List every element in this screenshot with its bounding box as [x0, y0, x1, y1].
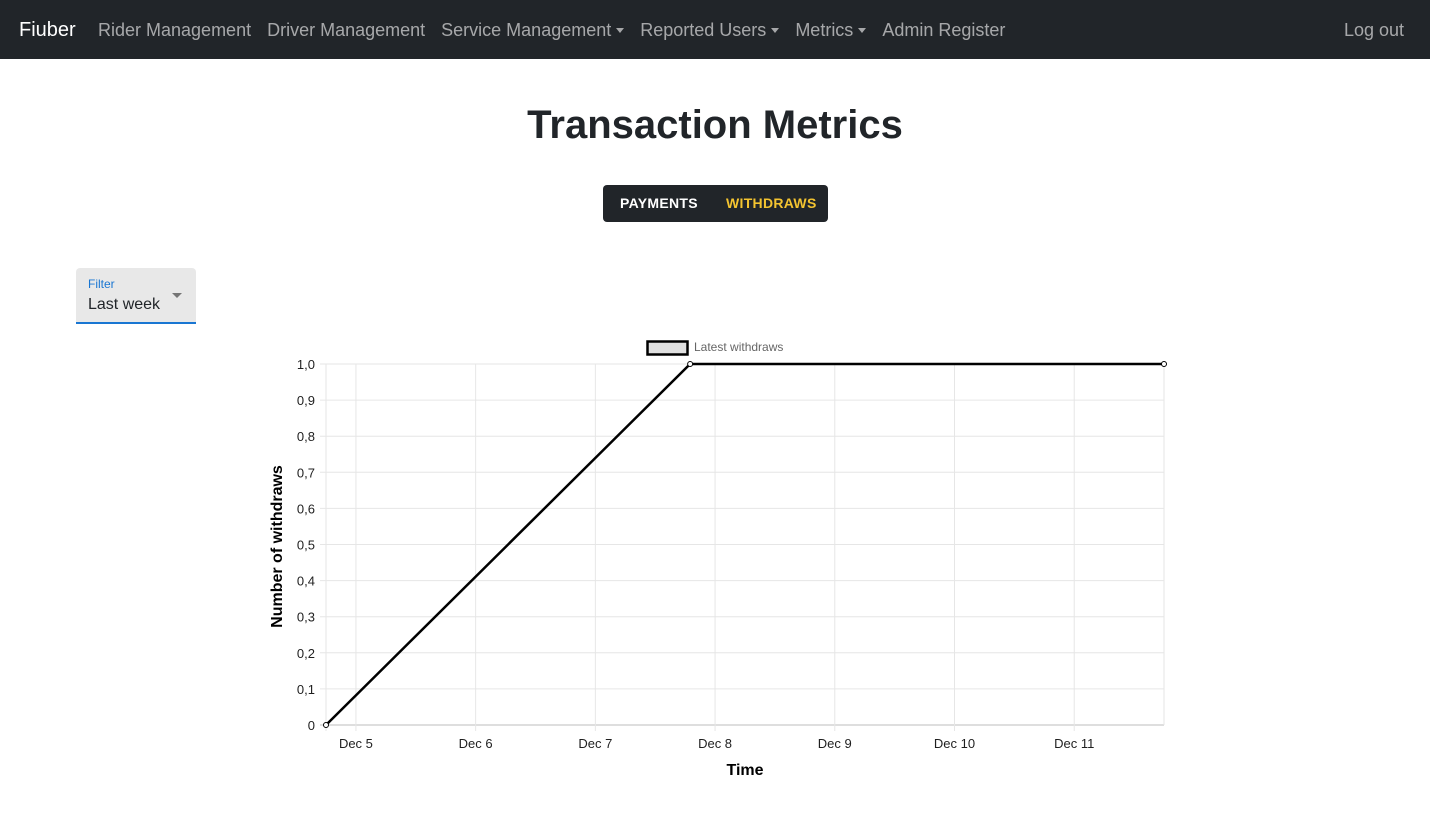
caret-down-icon [858, 27, 867, 33]
x-tick-label: Dec 11 [1054, 736, 1094, 751]
x-tick-label: Dec 5 [339, 736, 373, 751]
filter-select[interactable]: Filter Last week [76, 268, 196, 324]
nav-item-label: Service Management [441, 20, 612, 40]
nav-item-admin-register[interactable]: Admin Register [882, 18, 1005, 42]
x-tick-label: Dec 10 [934, 736, 975, 751]
nav-item-label: Rider Management [98, 20, 252, 40]
y-tick-label: 0,8 [297, 429, 315, 444]
data-point [687, 361, 694, 367]
top-navbar: Fiuber Rider Management Driver Management… [0, 0, 1430, 59]
withdraws-toggle-button[interactable]: Withdraws [726, 185, 817, 222]
chart-legend: Latest withdraws [646, 340, 783, 356]
transaction-type-toggle: Payments Withdraws [603, 185, 828, 222]
x-axis-ticks: Dec 5 Dec 6 Dec 7 Dec 8 Dec 9 Dec 10 Dec 11 [339, 736, 1094, 751]
data-point [323, 722, 329, 728]
nav-item-label: Admin Register [882, 20, 1006, 40]
filter-label: Filter [88, 277, 115, 291]
y-tick-label: 0,1 [297, 682, 315, 697]
y-axis-title: Number of withdraws [269, 465, 286, 628]
nav-item-rider-management[interactable]: Rider Management [98, 18, 251, 42]
x-axis-title: Time [726, 762, 763, 779]
y-tick-label: 0 [308, 718, 315, 733]
legend-swatch [646, 340, 689, 356]
chart-grid [320, 363, 1165, 731]
y-tick-label: 1,0 [297, 357, 315, 372]
y-tick-label: 0,3 [297, 610, 315, 625]
data-point [1161, 361, 1167, 367]
page-title: Transaction Metrics [527, 103, 903, 147]
y-tick-label: 0,2 [297, 646, 315, 661]
x-tick-label: Dec 7 [578, 736, 612, 751]
x-tick-label: Dec 6 [459, 736, 493, 751]
filter-value: Last week [88, 296, 161, 313]
x-tick-label: Dec 8 [698, 736, 732, 751]
nav-item-metrics[interactable]: Metrics [795, 18, 867, 42]
y-axis-ticks: 0 0,1 0,2 0,3 0,4 0,5 0,6 0,7 0,8 0,9 1,0 [297, 357, 315, 733]
nav-menu: Rider Management Driver Management Service… [98, 18, 1021, 42]
dropdown-arrow-icon [172, 293, 182, 298]
payments-toggle-button[interactable]: Payments [620, 185, 698, 222]
y-tick-label: 0,4 [297, 574, 315, 589]
brand-logo[interactable]: Fiuber [19, 17, 76, 43]
y-tick-label: 0,9 [297, 393, 315, 408]
x-tick-label: Dec 9 [818, 736, 852, 751]
withdraws-line-chart: 00,10,20,30,40,50,60,70,80,91,0 Dec 5 Dec… [269, 340, 1167, 779]
y-tick-label: 0,6 [297, 501, 315, 516]
caret-down-icon [771, 27, 780, 33]
nav-item-label: Reported Users [640, 20, 767, 40]
nav-item-service-management[interactable]: Service Management [441, 18, 625, 42]
nav-item-driver-management[interactable]: Driver Management [267, 18, 425, 42]
nav-item-label: Metrics [795, 20, 854, 40]
legend-label: Latest withdraws [694, 340, 783, 354]
y-tick-label: 0,5 [297, 538, 315, 553]
logout-link[interactable]: Log out [1344, 18, 1404, 42]
y-tick-label: 0,7 [297, 465, 315, 480]
nav-item-label: Driver Management [267, 20, 426, 40]
caret-down-icon [616, 27, 625, 33]
nav-item-reported-users[interactable]: Reported Users [640, 18, 780, 42]
